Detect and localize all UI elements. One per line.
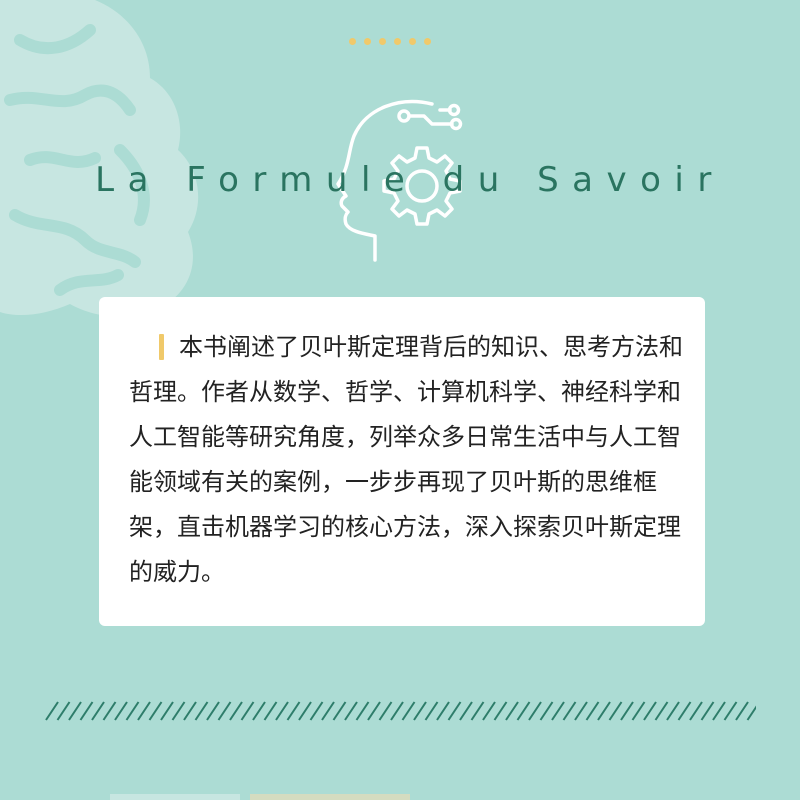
hatch-stroke bbox=[263, 701, 278, 721]
hatch-stroke bbox=[355, 701, 370, 721]
dot bbox=[394, 38, 401, 45]
hatch-stroke bbox=[493, 701, 508, 721]
hatch-stroke bbox=[344, 701, 358, 721]
hatch-stroke bbox=[137, 701, 151, 721]
hatch-stroke bbox=[712, 701, 726, 721]
hatch-stroke bbox=[148, 701, 163, 721]
hatch-stroke bbox=[516, 701, 531, 721]
hatch-stroke bbox=[424, 701, 439, 721]
hatch-stroke bbox=[194, 701, 209, 721]
hatch-stroke bbox=[160, 701, 174, 721]
hatch-stroke bbox=[539, 701, 554, 721]
hatch-stroke bbox=[229, 701, 243, 721]
hatch-stroke bbox=[367, 701, 381, 721]
dot bbox=[424, 38, 431, 45]
dot bbox=[349, 38, 356, 45]
hatch-stroke bbox=[378, 701, 393, 721]
hatch-stroke bbox=[321, 701, 335, 721]
hatch-stroke bbox=[631, 701, 646, 721]
decorative-dots bbox=[349, 38, 431, 45]
hatch-stroke bbox=[217, 701, 232, 721]
hatch-stroke bbox=[309, 701, 324, 721]
hatch-stroke bbox=[240, 701, 255, 721]
hatch-stroke bbox=[413, 701, 427, 721]
hatch-stroke bbox=[620, 701, 634, 721]
hatch-stroke bbox=[643, 701, 657, 721]
hatch-stroke bbox=[470, 701, 485, 721]
hatch-stroke bbox=[562, 701, 577, 721]
hatch-stroke bbox=[91, 701, 105, 721]
hatch-stroke bbox=[482, 701, 496, 721]
hatch-stroke bbox=[505, 701, 519, 721]
description-text: 本书阐述了贝叶斯定理背后的知识、思考方法和哲理。作者从数学、哲学、计算机科学、神… bbox=[129, 325, 689, 595]
hatched-divider bbox=[45, 701, 756, 721]
dot bbox=[379, 38, 386, 45]
hatch-stroke bbox=[700, 701, 715, 721]
hatch-stroke bbox=[79, 701, 94, 721]
hatch-stroke bbox=[574, 701, 588, 721]
hatch-stroke bbox=[252, 701, 266, 721]
hatch-stroke bbox=[286, 701, 301, 721]
hatch-stroke bbox=[528, 701, 542, 721]
description-content: 本书阐述了贝叶斯定理背后的知识、思考方法和哲理。作者从数学、哲学、计算机科学、神… bbox=[129, 333, 683, 586]
hatch-stroke bbox=[608, 701, 623, 721]
dot bbox=[409, 38, 416, 45]
dot bbox=[364, 38, 371, 45]
hatch-stroke bbox=[723, 701, 738, 721]
bottom-decoration bbox=[110, 794, 410, 800]
description-card: 本书阐述了贝叶斯定理背后的知识、思考方法和哲理。作者从数学、哲学、计算机科学、神… bbox=[99, 297, 705, 626]
hatch-stroke bbox=[401, 701, 416, 721]
hatch-stroke bbox=[45, 701, 59, 721]
hatch-stroke bbox=[125, 701, 140, 721]
hatch-stroke bbox=[183, 701, 197, 721]
hatch-stroke bbox=[390, 701, 404, 721]
hatch-stroke bbox=[171, 701, 186, 721]
hatch-stroke bbox=[114, 701, 128, 721]
hatch-stroke bbox=[677, 701, 692, 721]
hatch-stroke bbox=[68, 701, 82, 721]
hatch-stroke bbox=[436, 701, 450, 721]
hatch-stroke bbox=[447, 701, 462, 721]
hatch-stroke bbox=[654, 701, 669, 721]
hatch-stroke bbox=[102, 701, 117, 721]
hatch-stroke bbox=[206, 701, 220, 721]
hatch-stroke bbox=[597, 701, 611, 721]
hatch-stroke bbox=[689, 701, 703, 721]
hatch-stroke bbox=[56, 701, 71, 721]
hatch-stroke bbox=[459, 701, 473, 721]
hatch-stroke bbox=[298, 701, 312, 721]
hatch-stroke bbox=[551, 701, 565, 721]
hatch-stroke bbox=[746, 705, 756, 721]
hatch-stroke bbox=[735, 701, 749, 721]
hatch-stroke bbox=[275, 701, 289, 721]
hatch-stroke bbox=[666, 701, 680, 721]
page-title: La Formule du Savoir bbox=[95, 160, 725, 200]
hatch-stroke bbox=[585, 701, 600, 721]
hatch-stroke bbox=[332, 701, 347, 721]
